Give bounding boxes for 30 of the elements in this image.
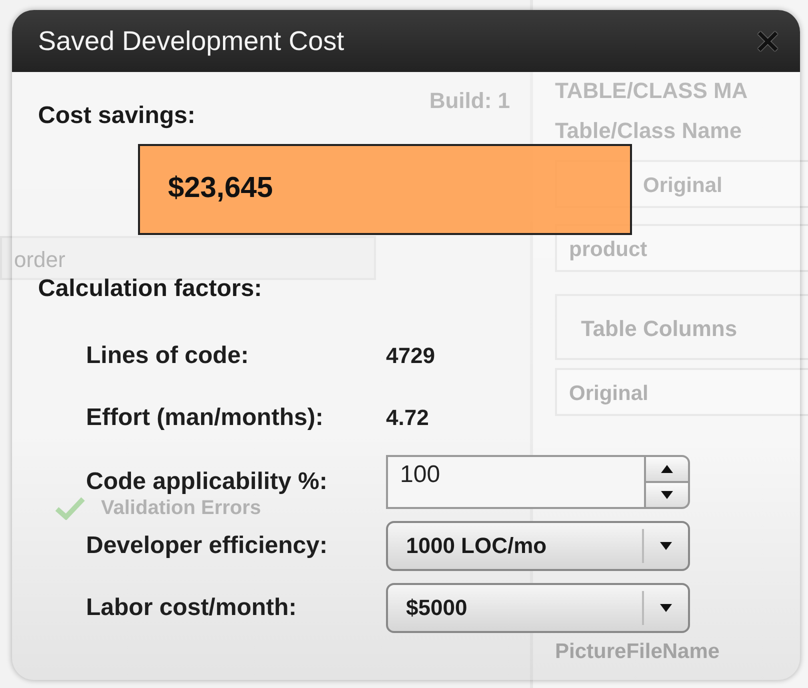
decrement-button[interactable] [646,483,690,509]
field-label: Labor cost/month: [86,594,298,622]
up-arrow-icon [661,465,673,473]
name-label: Table/Class Name [555,118,742,144]
field-label: Developer efficiency: [86,532,328,560]
dropdown[interactable]: $5000 [386,583,690,633]
validation-label: Validation Errors [101,496,262,520]
savings-value: $23,645 [138,144,632,235]
check-icon [55,496,85,520]
caret-icon [660,542,672,550]
dropdown[interactable]: 1000 LOC/mo [386,521,690,571]
panel-title: TABLE/CLASS MA [555,78,748,104]
columns-header: Table Columns [555,294,808,360]
caret-icon [660,604,672,612]
field-label: Effort (man/months): [86,404,324,432]
value-text: 4.72 [386,405,429,431]
field-label: Code applicability %: [86,468,328,496]
down-arrow-icon [661,491,673,499]
field-label: Lines of code: [86,342,250,370]
close-button[interactable]: × [754,24,782,58]
list-item[interactable]: order [0,236,376,280]
build-label: Build: 1 [429,88,510,114]
text-field[interactable]: product [555,224,808,272]
text-field[interactable]: Original [555,368,808,416]
window-title: Saved Development Cost [38,26,344,56]
column-label: PictureFileName [555,640,720,664]
value-text: 4729 [386,343,435,369]
number-field[interactable]: 100 [386,455,646,509]
section-label: Cost savings: [38,102,196,130]
increment-button[interactable] [646,455,690,483]
